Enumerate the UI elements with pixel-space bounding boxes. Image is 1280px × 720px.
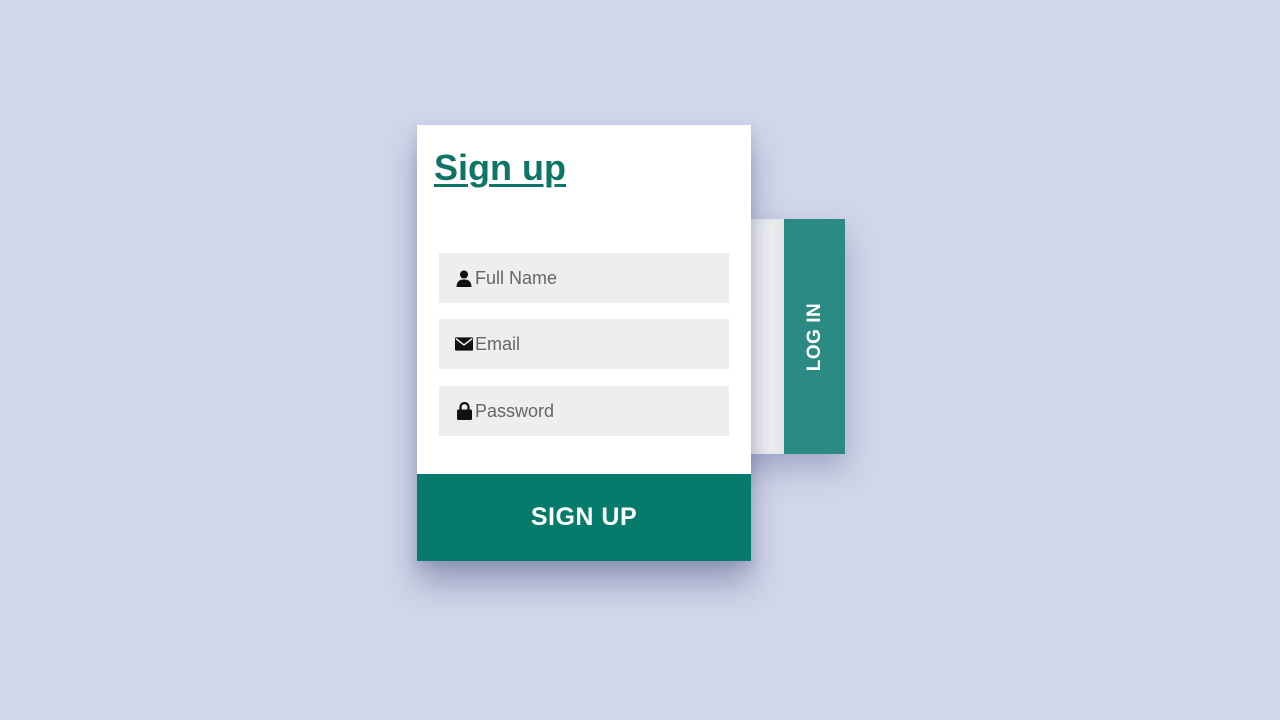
signup-title[interactable]: Sign up [434,147,566,189]
user-icon [455,269,473,287]
full-name-field[interactable] [439,253,729,303]
full-name-input[interactable] [475,267,715,289]
password-input[interactable] [475,400,715,422]
lock-icon [455,402,473,420]
email-field[interactable] [439,319,729,369]
login-tab[interactable]: LOG IN [784,219,845,454]
email-input[interactable] [475,333,715,355]
signup-card: Sign up SIGN UP [417,125,751,561]
signup-button[interactable]: SIGN UP [417,474,751,561]
envelope-icon [455,335,473,353]
login-tab-label: LOG IN [803,302,825,371]
password-field[interactable] [439,386,729,436]
